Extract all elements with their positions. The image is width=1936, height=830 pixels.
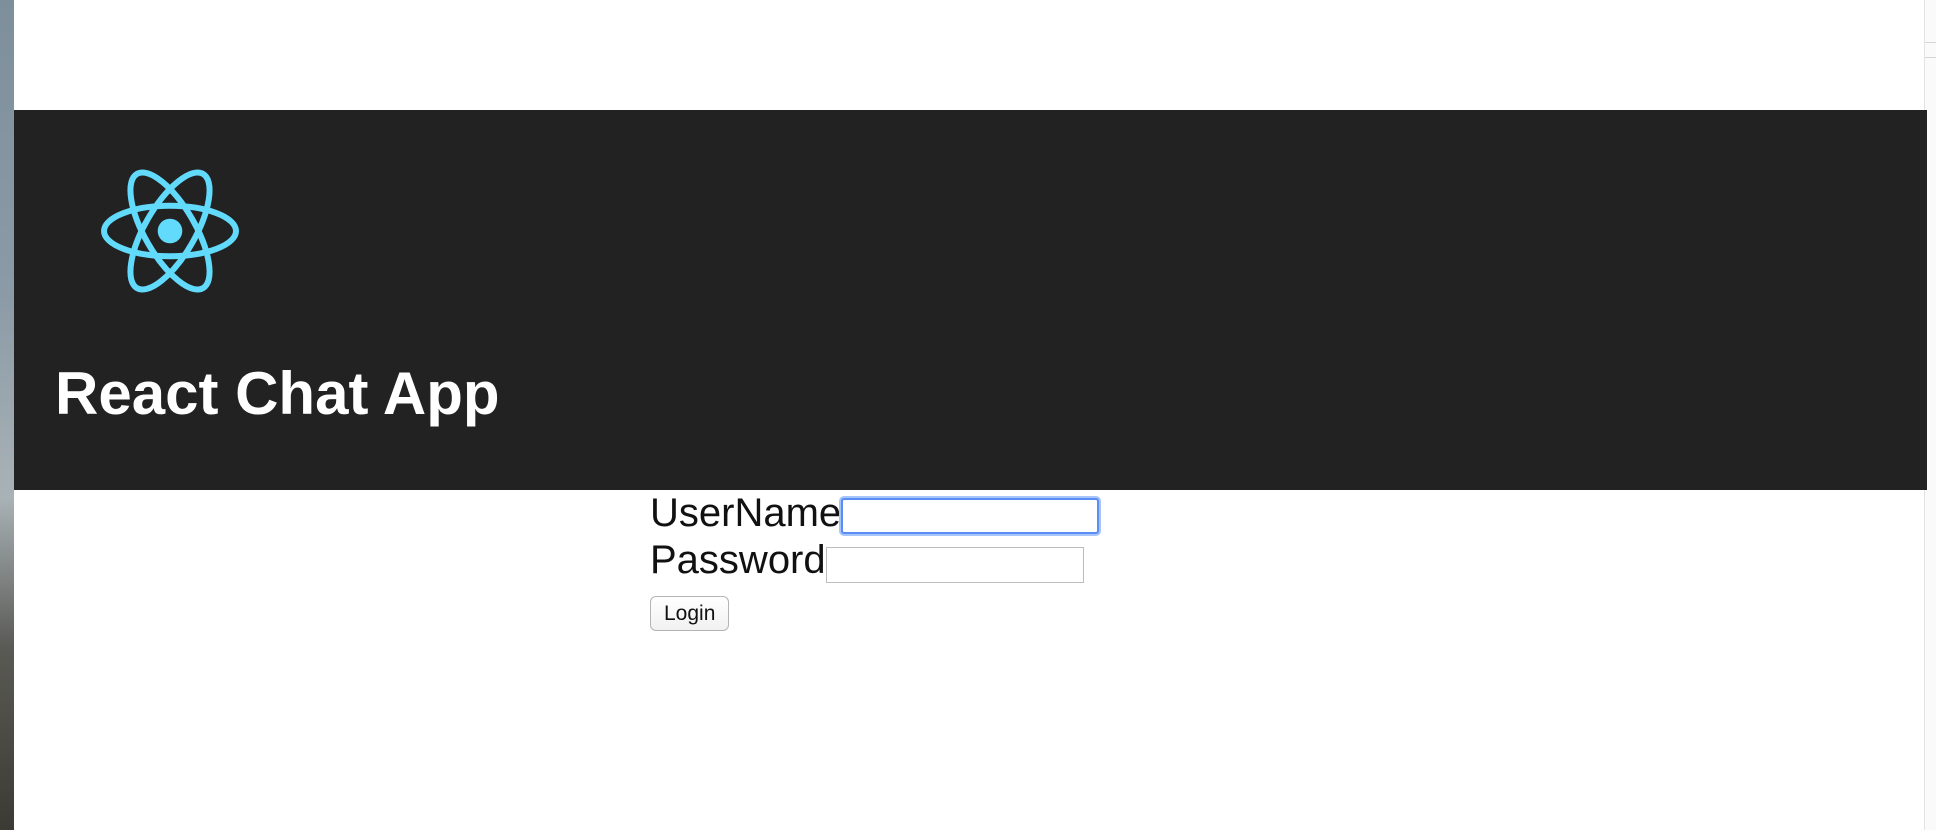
react-atom-icon	[101, 169, 239, 293]
password-input[interactable]	[825, 547, 1084, 583]
username-input[interactable]	[841, 497, 1100, 534]
app-header	[14, 110, 1927, 490]
page-title: React Chat App	[55, 360, 500, 427]
desktop-background	[0, 0, 14, 830]
browser-window: React Chat App UserName Password Login	[14, 0, 1936, 830]
password-label: Password	[650, 538, 826, 582]
login-button[interactable]: Login	[650, 596, 730, 631]
username-row: UserName	[650, 490, 1250, 537]
login-form: UserName Password Login	[650, 490, 1250, 631]
password-row: Password	[650, 537, 1250, 584]
scrollbar-marker	[1925, 42, 1936, 58]
username-label: UserName	[650, 491, 842, 535]
